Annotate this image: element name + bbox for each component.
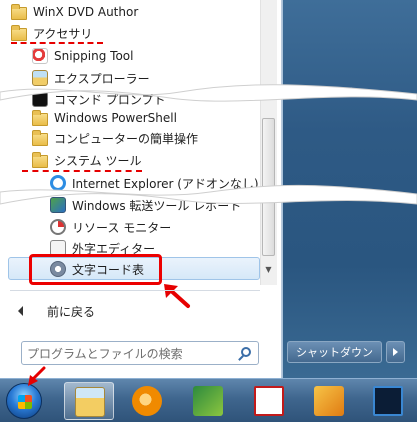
outlook-icon [314, 386, 344, 416]
annotation-underline [11, 42, 103, 44]
menu-item-label: アクセサリ [33, 26, 93, 41]
folder-icon [32, 151, 48, 168]
taskbar-button-excel[interactable] [183, 382, 233, 420]
cut-band [0, 184, 417, 205]
back-button[interactable]: 前に戻る [10, 302, 95, 320]
menu-item-winx-dvd-author[interactable]: WinX DVD Author [11, 2, 138, 22]
annotation-arrow [28, 366, 46, 386]
menu-item-accessories[interactable]: アクセサリ [11, 23, 92, 43]
snipping-tool-icon [32, 48, 48, 64]
menu-item-label: システム ツール [54, 153, 142, 168]
taskbar-button-vnc[interactable] [244, 382, 294, 420]
folder-icon [11, 24, 27, 41]
search-icon[interactable] [241, 347, 251, 357]
explorer-icon [75, 387, 105, 417]
menu-item-ease-of-access[interactable]: コンピューターの簡単操作 [32, 128, 198, 148]
search-placeholder: プログラムとファイルの検索 [27, 346, 183, 361]
menu-item-system-tools[interactable]: システム ツール [32, 150, 141, 170]
folder-icon [11, 3, 27, 20]
search-input[interactable]: プログラムとファイルの検索 [21, 341, 259, 365]
shutdown-button[interactable]: シャットダウン [287, 341, 382, 363]
cut-band [0, 84, 417, 102]
taskbar-button-photoshop[interactable] [363, 382, 413, 420]
resource-monitor-icon [50, 219, 66, 235]
vnc-icon [254, 386, 284, 416]
photoshop-icon [373, 386, 403, 416]
taskbar-button-outlook[interactable] [304, 382, 354, 420]
menu-item-snipping-tool[interactable]: Snipping Tool [32, 46, 133, 66]
menu-separator [10, 290, 260, 291]
scroll-down-arrow[interactable]: ▼ [262, 263, 275, 277]
menu-item-label: リソース モニター [72, 220, 172, 235]
folder-icon [32, 129, 48, 146]
back-label: 前に戻る [47, 304, 96, 319]
media-player-icon [132, 386, 162, 416]
menu-item-label: Windows PowerShell [54, 111, 177, 125]
start-button[interactable] [6, 383, 42, 419]
annotation-arrow [164, 284, 190, 308]
shutdown-options-button[interactable] [386, 341, 405, 363]
menu-item-label: コンピューターの簡単操作 [54, 131, 199, 146]
shutdown-label: シャットダウン [296, 346, 373, 359]
windows-logo-icon [18, 395, 32, 409]
menu-item-windows-powershell[interactable]: Windows PowerShell [32, 108, 177, 128]
menu-item-label: Snipping Tool [54, 49, 134, 63]
folder-icon [32, 109, 48, 126]
annotation-underline [22, 170, 142, 172]
annotation-highlight-box [29, 254, 162, 285]
menu-item-label: WinX DVD Author [33, 5, 139, 19]
taskbar-button-explorer[interactable] [64, 382, 114, 420]
excel-icon [193, 386, 223, 416]
taskbar-button-media-player[interactable] [122, 382, 172, 420]
menu-item-resource-monitor[interactable]: リソース モニター [50, 217, 171, 237]
back-arrow-icon [18, 306, 23, 316]
